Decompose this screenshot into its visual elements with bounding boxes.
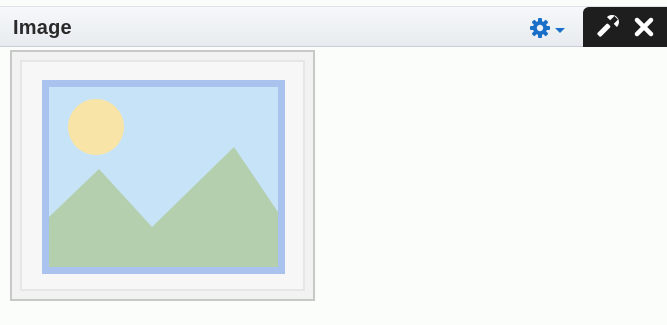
close-button[interactable]	[627, 7, 663, 47]
image-panel: Image	[0, 0, 667, 325]
wrench-icon	[597, 15, 619, 37]
image-thumbnail[interactable]	[10, 50, 315, 301]
customize-button[interactable]	[589, 7, 625, 47]
close-icon	[634, 17, 654, 37]
image-placeholder-icon	[42, 80, 285, 274]
settings-menu-button[interactable]	[528, 15, 574, 41]
panel-title: Image	[13, 17, 72, 39]
panel-header: Image	[0, 6, 667, 47]
gear-icon	[530, 18, 550, 38]
caret-down-icon	[555, 28, 565, 33]
edit-controls-bar	[583, 7, 667, 47]
